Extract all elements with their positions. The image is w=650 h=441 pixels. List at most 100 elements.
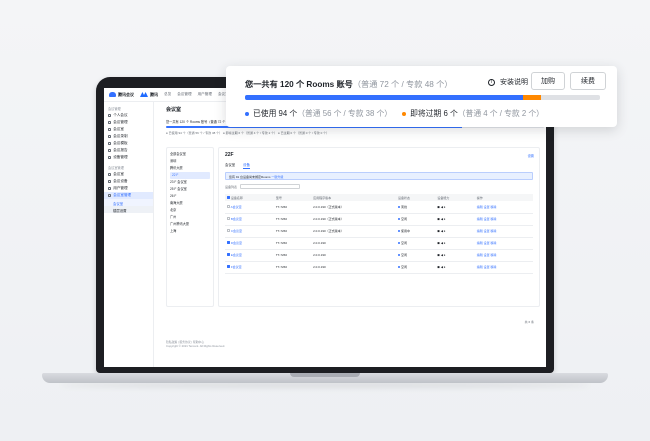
row-checkbox[interactable] — [227, 204, 230, 208]
info-icon: i — [488, 78, 495, 86]
sidebar-item[interactable]: 会议室 — [104, 126, 153, 133]
sidebar-subitem[interactable]: 楼层设置 — [104, 206, 153, 213]
cell-status: 使用中 — [396, 225, 436, 238]
rooms-account-card: 您一共有 120 个 Rooms 账号（普通 72 个 / 专款 48 个） i… — [226, 66, 617, 127]
row-checkbox[interactable] — [227, 265, 230, 268]
tree-node[interactable]: 广州 — [170, 214, 210, 221]
partner-logo: 腾讯 — [140, 92, 158, 98]
table-row[interactable]: C会议室 TT-7260 2.0.0.190（正式版本） 使用中 ◼ ◀ ♦ 编辑 设置 … — [225, 225, 533, 238]
row-checkbox[interactable] — [227, 241, 230, 244]
sidebar-item[interactable]: 会议室 — [104, 171, 153, 178]
buy-more-button[interactable]: 加购 — [531, 72, 565, 90]
status-dot-icon — [398, 254, 401, 256]
row-checkbox[interactable] — [227, 229, 230, 232]
column-header[interactable]: 应用程序版本 — [311, 194, 397, 201]
sidebar-item[interactable]: 会议报告 — [104, 147, 153, 154]
sidebar-item[interactable]: 个人会议 — [104, 112, 153, 119]
cell-actions[interactable]: 编辑 设置 移除 — [474, 201, 533, 214]
tab-rooms[interactable]: 会议室 — [225, 162, 235, 169]
install-guide-link[interactable]: i 安装说明 — [488, 77, 528, 87]
table-row[interactable]: B会议室 TT-7260 2.0.0.190（正式版本） 空闲 ◼ ◀ ♦ 编辑 设置 移… — [225, 213, 533, 226]
column-header[interactable]: 设备能力 — [435, 194, 475, 201]
mic-icon: ♦ — [443, 253, 446, 257]
sidebar-item[interactable]: 会议录制 — [104, 133, 153, 140]
legend-expiring: 即将过期 6 个（普通 4 个 / 专款 2 个） — [402, 108, 544, 119]
column-header[interactable]: 操作 — [474, 194, 533, 201]
tree-node[interactable]: 深圳 — [170, 158, 210, 165]
cell-actions[interactable]: 编辑 设置 移除 — [474, 213, 533, 226]
speaker-icon: ◀ — [440, 253, 444, 257]
cell-status: 空闲 — [396, 249, 436, 262]
tab-devices[interactable]: 设备 — [243, 162, 250, 169]
sidebar-item[interactable]: 会议设备 — [104, 178, 153, 185]
tree-node[interactable]: 23 F 会议室 — [170, 179, 210, 186]
mic-icon: ♦ — [443, 241, 446, 245]
column-header[interactable]: 设备状态 — [396, 194, 436, 201]
sidebar-item[interactable]: 会议模板 — [104, 140, 153, 147]
column-header[interactable]: 型号 — [273, 194, 312, 201]
renew-button[interactable]: 续费 — [570, 72, 606, 90]
cell-model: TT-7260 — [273, 213, 312, 226]
table-row[interactable]: A会议室 TT-7260 2.0.0.190（正式版本） 离线 ◼ ◀ ♦ 编辑 设置 移… — [225, 201, 533, 214]
cell-status: 空闲 — [396, 261, 436, 274]
laptop-base — [42, 373, 608, 383]
panel-title: 22F — [225, 152, 234, 158]
nav-item[interactable]: 会议管理 — [177, 92, 191, 96]
status-dot-icon — [398, 266, 401, 268]
select-all-checkbox[interactable] — [227, 195, 230, 199]
notice-link[interactable]: 一键升级 — [271, 175, 283, 179]
tree-node[interactable]: 北京 — [170, 207, 210, 214]
cell-actions[interactable]: 编辑 设置 移除 — [474, 225, 533, 238]
tree-node[interactable]: 广州腾讯大厦 — [170, 221, 210, 228]
column-header[interactable]: 设备名称 — [225, 194, 274, 201]
notice-text: 您有 91 台设备尚未绑定Rooms — [229, 175, 271, 179]
cell-capabilities: ◼ ◀ ♦ — [435, 213, 475, 226]
sidebar-subitem-active[interactable]: 会议室 — [104, 199, 153, 206]
brand-name: 腾讯会议 — [118, 91, 134, 97]
sidebar-item-active[interactable]: 会议室管理 — [104, 192, 153, 199]
panel-tabs: 会议室 设备 — [225, 162, 250, 169]
tree-node[interactable]: 全部会议室 — [170, 151, 210, 158]
speaker-icon: ◀ — [440, 217, 444, 221]
sidebar-item[interactable]: 设备管理 — [104, 154, 153, 161]
camera-icon: ◼ — [437, 217, 440, 221]
table-row[interactable]: F会议室 TT-7260 2.0.0.190 空闲 ◼ ◀ ♦ 编辑 设置 移除 — [225, 261, 533, 274]
expiring-label: 即将过期 6 个 — [410, 109, 458, 118]
main-content: 会议室 您一共有 120 个 Rooms 账号（普通 72 个 / 专款 48 … — [162, 102, 544, 352]
sidebar-item[interactable]: 用户管理 — [104, 185, 153, 192]
tree-node[interactable]: 26 F — [170, 193, 210, 200]
nav-item[interactable]: 总览 — [164, 92, 171, 96]
sidebar: 会议管理 个人会议 会议管理 会议室 会议录制 会议模板 会议报告 设备管理 会… — [104, 102, 154, 367]
panel-settings-link[interactable]: 设置 — [528, 153, 534, 158]
pagination: 共 6 条 — [524, 320, 534, 324]
cell-actions[interactable]: 编辑 设置 移除 — [474, 249, 533, 262]
cell-name: F会议室 — [225, 261, 274, 274]
table-row[interactable]: D会议室 TT-7260 2.0.0.190 空闲 ◼ ◀ ♦ 编辑 设置 移除 — [225, 237, 533, 250]
search-input[interactable] — [240, 184, 301, 189]
cell-actions[interactable]: 编辑 设置 移除 — [474, 261, 533, 274]
cell-capabilities: ◼ ◀ ♦ — [435, 201, 475, 214]
tree-node-selected[interactable]: 22 F — [170, 172, 210, 179]
status-dot-icon — [398, 218, 401, 220]
row-checkbox[interactable] — [227, 217, 230, 220]
menu-icon — [108, 141, 112, 146]
tree-node[interactable]: 上海 — [170, 228, 210, 235]
tree-node[interactable]: 南海大厦 — [170, 200, 210, 207]
table-row[interactable]: E会议室 TT-7260 2.0.0.190 空闲 ◼ ◀ ♦ 编辑 设置 移除 — [225, 249, 533, 262]
table-toolbar: 设备列表 — [225, 184, 301, 189]
footer: 隐私政策 | 服务协议 | 帮助中心 Copyright © 2021 Tenc… — [166, 340, 225, 348]
row-checkbox[interactable] — [227, 253, 230, 256]
speaker-icon: ◀ — [440, 229, 444, 233]
cell-name: C会议室 — [225, 225, 274, 238]
tree-node[interactable]: 腾讯大厦 — [170, 165, 210, 172]
sidebar-item[interactable]: 会议管理 — [104, 119, 153, 126]
tree-node[interactable]: 25 F 会议室 — [170, 186, 210, 193]
cell-capabilities: ◼ ◀ ♦ — [435, 249, 475, 262]
menu-icon — [108, 134, 112, 139]
cell-model: TT-7260 — [273, 249, 312, 262]
laptop-notch — [290, 373, 360, 377]
menu-icon — [108, 155, 112, 160]
nav-item[interactable]: 用户管理 — [198, 92, 212, 96]
used-label: 已使用 94 个 — [253, 109, 298, 118]
cell-actions[interactable]: 编辑 设置 移除 — [474, 237, 533, 250]
